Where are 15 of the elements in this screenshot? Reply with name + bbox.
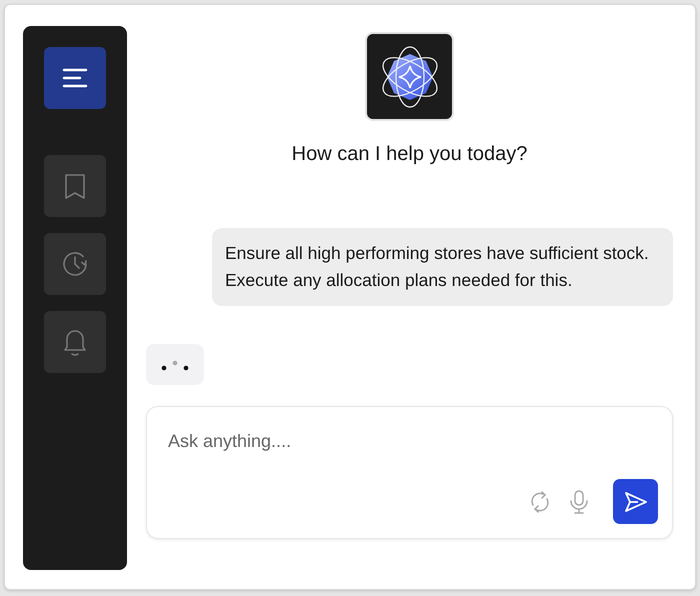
bookmark-icon bbox=[64, 172, 86, 200]
refresh-button[interactable] bbox=[529, 490, 551, 514]
bell-icon bbox=[62, 327, 88, 357]
typing-indicator bbox=[146, 344, 204, 385]
menu-icon bbox=[62, 68, 88, 88]
microphone-button[interactable] bbox=[569, 490, 589, 514]
logo-icon bbox=[365, 32, 454, 121]
greeting-title: How can I help you today? bbox=[292, 143, 528, 166]
microphone-icon bbox=[569, 490, 589, 514]
send-button[interactable] bbox=[613, 479, 658, 524]
clock-icon bbox=[61, 250, 89, 278]
user-message: Ensure all high performing stores have sufficient stock. Execute any allocation plans needed for this. bbox=[212, 228, 673, 306]
refresh-icon bbox=[529, 490, 551, 514]
sidebar-button[interactable] bbox=[44, 47, 106, 109]
send-icon bbox=[624, 490, 648, 512]
